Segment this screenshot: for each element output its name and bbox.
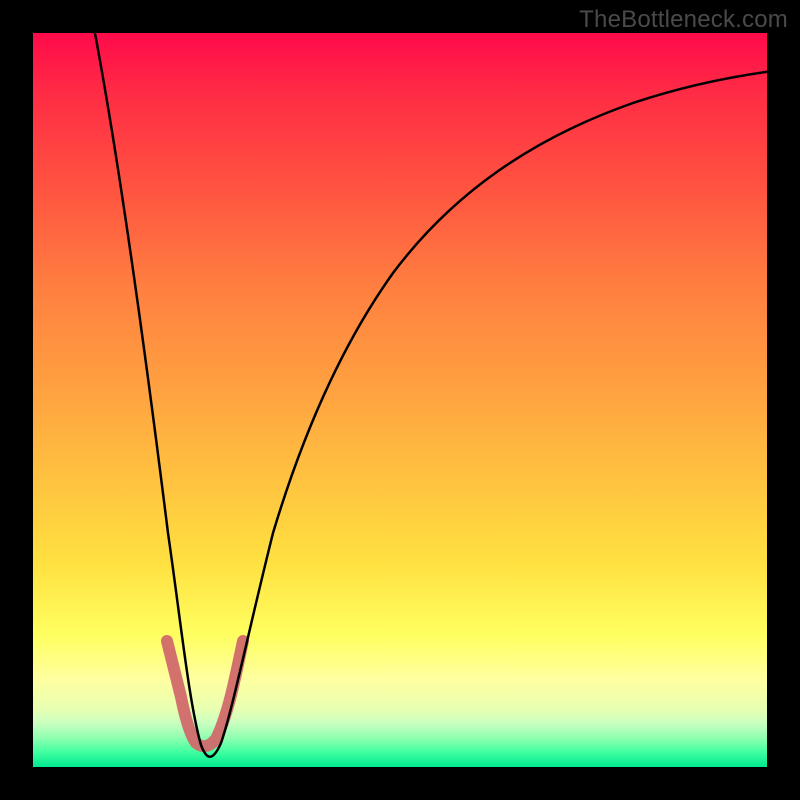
chart-plot-area <box>33 33 767 767</box>
watermark-text: TheBottleneck.com <box>579 6 788 34</box>
curve-valley-highlight <box>167 641 243 746</box>
bottleneck-curve <box>93 23 773 757</box>
bottleneck-curve-svg <box>33 33 767 767</box>
